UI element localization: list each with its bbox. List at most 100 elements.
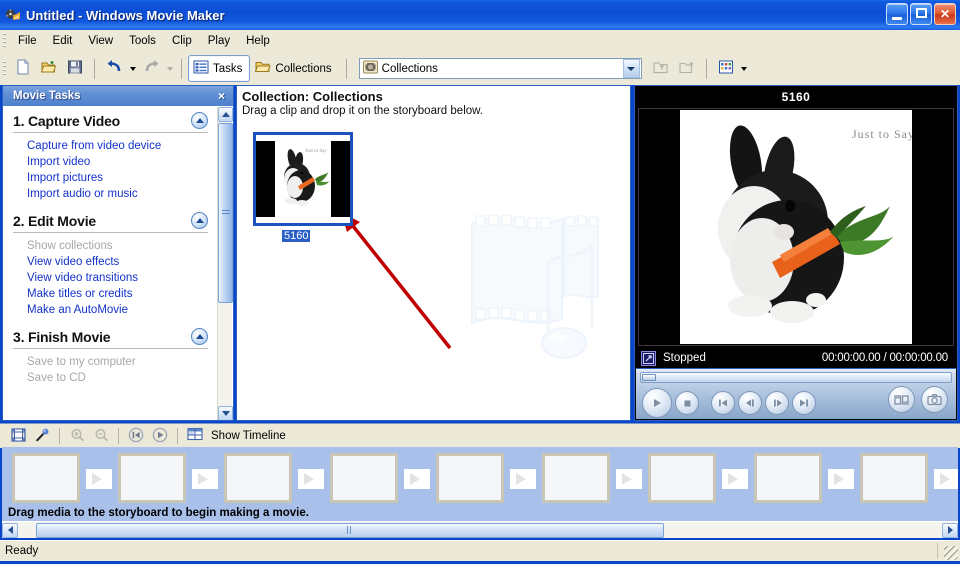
- undo-dropdown-arrow[interactable]: [127, 58, 138, 80]
- stop-button[interactable]: [675, 391, 699, 415]
- previous-frame-button[interactable]: [711, 391, 735, 415]
- storyboard-cell[interactable]: [118, 453, 186, 503]
- storyboard-transition-slot[interactable]: [934, 469, 958, 489]
- chevron-down-icon: [221, 411, 230, 416]
- show-timeline-button[interactable]: [183, 425, 207, 447]
- scroll-right-button[interactable]: [942, 522, 958, 538]
- close-button[interactable]: ✕: [934, 3, 956, 25]
- movie-maker-icon: [5, 7, 21, 23]
- storyboard-transition-slot[interactable]: [510, 469, 536, 489]
- zoom-out-button: [89, 425, 113, 447]
- next-frame-button[interactable]: [792, 391, 816, 415]
- collection-selector-combobox[interactable]: Collections: [358, 58, 642, 79]
- horizontal-scrollbar-thumb[interactable]: [36, 522, 664, 538]
- storyboard-cell[interactable]: [436, 453, 504, 503]
- storyboard-transition-slot[interactable]: [828, 469, 854, 489]
- collections-toggle-button[interactable]: Collections: [250, 55, 339, 82]
- task-link-import-pictures[interactable]: Import pictures: [27, 170, 218, 186]
- new-project-button[interactable]: [10, 56, 36, 82]
- minimize-button[interactable]: [886, 3, 908, 25]
- storyboard-cell[interactable]: [648, 453, 716, 503]
- scrollbar-thumb[interactable]: [218, 123, 233, 303]
- task-link-view-video-transitions[interactable]: View video transitions: [27, 270, 218, 286]
- storyboard-transition-slot[interactable]: [722, 469, 748, 489]
- narrate-timeline-button[interactable]: [30, 425, 54, 447]
- split-clip-button[interactable]: [888, 386, 915, 413]
- maximize-button[interactable]: [910, 3, 932, 25]
- menu-file[interactable]: File: [10, 33, 45, 49]
- scroll-left-button[interactable]: [2, 522, 18, 538]
- storyboard-transition-slot[interactable]: [192, 469, 218, 489]
- playback-buttons: [642, 388, 816, 418]
- collections-folder-icon: [255, 59, 272, 78]
- take-picture-button[interactable]: [921, 386, 948, 413]
- new-project-icon: [15, 59, 31, 78]
- task-link-import-video[interactable]: Import video: [27, 154, 218, 170]
- play-button[interactable]: [642, 388, 672, 418]
- chevron-up-icon[interactable]: [191, 328, 208, 345]
- storyboard-transition-slot[interactable]: [298, 469, 324, 489]
- scroll-down-button[interactable]: [218, 406, 233, 420]
- collection-combobox-value: Collections: [381, 62, 438, 75]
- collection-combobox-dropdown[interactable]: [622, 59, 640, 78]
- scroll-up-button[interactable]: [218, 107, 233, 122]
- back-frame-button[interactable]: [738, 391, 762, 415]
- open-project-button[interactable]: [36, 56, 62, 82]
- rewind-timeline-button[interactable]: [124, 425, 148, 447]
- task-link-view-video-effects[interactable]: View video effects: [27, 254, 218, 270]
- menu-tools[interactable]: Tools: [121, 33, 164, 49]
- storyboard-cell[interactable]: [12, 453, 80, 503]
- menubar-grip[interactable]: [3, 33, 6, 49]
- task-link-make-an-automovie[interactable]: Make an AutoMovie: [27, 302, 218, 318]
- tasks-toggle-button[interactable]: Tasks: [188, 55, 251, 82]
- status-text: Ready: [5, 545, 39, 557]
- storyboard-view-button[interactable]: [6, 425, 30, 447]
- views-button[interactable]: [713, 56, 739, 82]
- toolbar-grip[interactable]: [3, 60, 6, 77]
- status-separator: [937, 543, 938, 559]
- seek-bar[interactable]: [640, 372, 952, 383]
- collection-pane: Collection: Collections Drag a clip and …: [236, 85, 631, 421]
- storyboard-cell[interactable]: [754, 453, 822, 503]
- movie-tasks-close-button[interactable]: ×: [218, 89, 225, 103]
- task-link-make-titles-or-credits[interactable]: Make titles or credits: [27, 286, 218, 302]
- save-project-button[interactable]: [62, 56, 88, 82]
- menu-edit[interactable]: Edit: [45, 33, 81, 49]
- storyboard-transition-slot[interactable]: [404, 469, 430, 489]
- movie-tasks-scrollbar[interactable]: [217, 107, 233, 420]
- chevron-up-icon[interactable]: [191, 112, 208, 129]
- show-timeline-label[interactable]: Show Timeline: [211, 430, 286, 442]
- task-link-import-audio-or-music[interactable]: Import audio or music: [27, 186, 218, 202]
- clip-thumbnail-5160[interactable]: Just to Say: [253, 132, 353, 226]
- main-toolbar: Tasks Collections Collections: [0, 52, 960, 86]
- monitor-video-area[interactable]: Just to Say: [638, 108, 954, 346]
- storyboard-transition-slot[interactable]: [616, 469, 642, 489]
- storyboard-strip[interactable]: Drag media to the storyboard to begin ma…: [2, 447, 958, 523]
- monitor-title: 5160: [635, 86, 957, 107]
- storyboard-horizontal-scrollbar[interactable]: [2, 521, 958, 538]
- horizontal-scroll-track[interactable]: [18, 522, 942, 538]
- storyboard-cell[interactable]: [860, 453, 928, 503]
- resize-grip[interactable]: [944, 546, 958, 560]
- play-timeline-button[interactable]: [148, 425, 172, 447]
- undo-button[interactable]: [101, 56, 127, 82]
- storyboard-transition-slot[interactable]: [86, 469, 112, 489]
- chevron-up-icon[interactable]: [191, 212, 208, 229]
- menu-view[interactable]: View: [80, 33, 121, 49]
- storyboard-cell[interactable]: [542, 453, 610, 503]
- storyboard-cell[interactable]: [330, 453, 398, 503]
- menu-bar: File Edit View Tools Clip Play Help: [0, 30, 960, 53]
- forward-frame-button[interactable]: [765, 391, 789, 415]
- menu-help[interactable]: Help: [238, 33, 278, 49]
- zoom-out-icon: [94, 428, 109, 445]
- menu-clip[interactable]: Clip: [164, 33, 200, 49]
- task-link-capture-from-video-device[interactable]: Capture from video device: [27, 138, 218, 154]
- menu-play[interactable]: Play: [200, 33, 238, 49]
- open-project-icon: [40, 59, 57, 78]
- seek-thumb[interactable]: [642, 374, 656, 381]
- window-controls: ✕: [886, 3, 956, 25]
- storyboard-cell[interactable]: [224, 453, 292, 503]
- fullscreen-icon[interactable]: [641, 350, 656, 366]
- views-dropdown-arrow[interactable]: [739, 58, 750, 80]
- scrollbar-grip: [221, 210, 230, 216]
